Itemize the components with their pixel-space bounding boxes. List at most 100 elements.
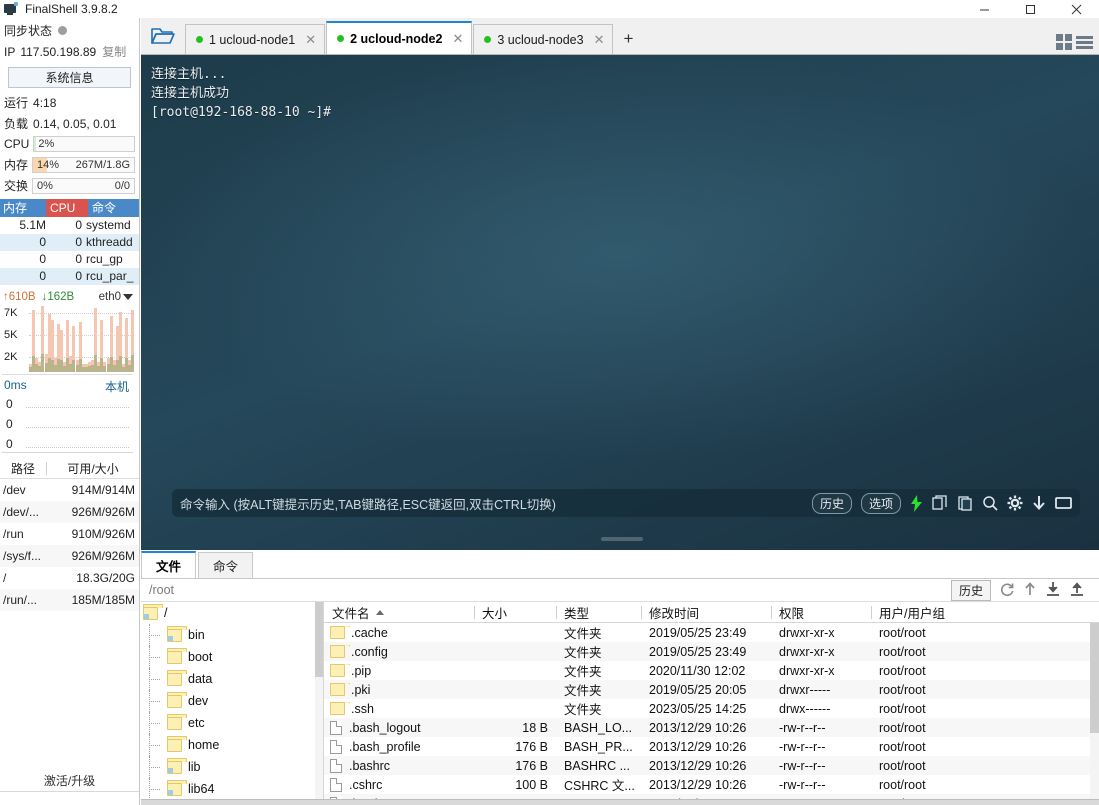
disk-col-size: 可用/大小 <box>67 462 119 476</box>
tree-item-data[interactable]: data <box>141 668 323 690</box>
disk-row[interactable]: /run/... 185M/185M <box>0 589 139 611</box>
tree-item-dev[interactable]: dev <box>141 690 323 712</box>
disk-row[interactable]: /dev/... 926M/926M <box>0 501 139 523</box>
file-list-scrollbar[interactable] <box>1090 623 1099 804</box>
session-tab-label: 1 ucloud-node1 <box>209 32 296 47</box>
col-header-perm[interactable]: 权限 <box>771 603 871 622</box>
upload-arrow-icon[interactable] <box>1023 581 1037 600</box>
terminal-view[interactable]: 连接主机... 连接主机成功 [root@192-168-88-10 ~]# 命… <box>141 55 1099 550</box>
paste-icon[interactable] <box>957 495 973 511</box>
bolt-icon[interactable] <box>910 494 923 512</box>
terminal-scroll-indicator[interactable] <box>601 537 643 541</box>
file-name-cell: .config <box>324 644 474 659</box>
current-path[interactable]: /root <box>141 583 174 597</box>
file-history-button[interactable]: 历史 <box>950 579 991 601</box>
file-row[interactable]: .bashrc 176 B BASHRC ... 2013/12/29 10:26 -r… <box>324 756 1099 775</box>
tree-item-etc[interactable]: etc <box>141 712 323 734</box>
folder-icon <box>330 701 350 715</box>
terminal-history-button[interactable]: 历史 <box>811 492 852 514</box>
file-list: 文件名 大小 类型 修改时间 权限 用户/用户组 .cache 文件夹 2019/0… <box>324 602 1099 804</box>
list-view-icon[interactable] <box>1076 35 1093 49</box>
file-time: 2019/05/25 20:05 <box>649 682 747 697</box>
process-row[interactable]: 0 0 rcu_par_ <box>0 268 139 285</box>
file-panel-tab-1[interactable]: 文件 <box>141 551 197 578</box>
file-size: 176 B <box>515 739 548 754</box>
system-info-button[interactable]: 系统信息 <box>8 67 131 88</box>
activate-upgrade-link[interactable]: 激活/升级 <box>0 772 139 789</box>
ip-label: IP <box>4 44 16 59</box>
swap-row: 交换 0% 0/0 <box>0 175 139 196</box>
process-row[interactable]: 0 0 rcu_gp <box>0 251 139 268</box>
tree-item-bin[interactable]: bin <box>141 624 323 646</box>
tree-item-label: bin <box>188 628 205 642</box>
copy-icon[interactable] <box>932 495 948 511</box>
col-header-name[interactable]: 文件名 <box>324 603 474 622</box>
network-interface-select[interactable]: eth0 <box>99 291 121 303</box>
session-tab-1[interactable]: 1 ucloud-node1 ✕ <box>185 24 326 54</box>
uptime-label: 运行 <box>4 96 29 110</box>
latency-y-label: 0 <box>6 437 13 451</box>
process-col-cpu[interactable]: CPU <box>46 199 88 217</box>
disk-row[interactable]: /dev 914M/914M <box>0 479 139 501</box>
file-perm: -rw-r--r-- <box>779 777 826 792</box>
gear-icon[interactable] <box>1007 495 1023 511</box>
folder-icon <box>167 691 187 708</box>
process-row[interactable]: 0 0 kthreadd <box>0 234 139 251</box>
file-name-cell: .pip <box>324 663 474 678</box>
copy-ip-button[interactable]: 复制 <box>102 43 126 60</box>
disk-path: /dev/... <box>3 505 40 519</box>
session-tab-3[interactable]: 3 ucloud-node3 ✕ <box>473 24 614 54</box>
sort-ascending-icon <box>375 609 384 615</box>
session-tab-2[interactable]: 2 ucloud-node2 ✕ <box>326 21 473 54</box>
disk-row[interactable]: / 18.3G/20G <box>0 567 139 589</box>
process-col-mem[interactable]: 内存 <box>0 199 46 217</box>
disk-row[interactable]: /sys/f... 926M/926M <box>0 545 139 567</box>
tree-item-lib64[interactable]: lib64 <box>141 778 323 800</box>
file-row[interactable]: .bash_profile 176 B BASH_PR... 2013/12/29 1… <box>324 737 1099 756</box>
chevron-down-icon[interactable] <box>123 294 133 300</box>
tree-scrollbar[interactable] <box>315 602 323 804</box>
tree-item-home[interactable]: home <box>141 734 323 756</box>
col-header-size[interactable]: 大小 <box>474 603 556 622</box>
file-row[interactable]: .cshrc 100 B CSHRC 文... 2013/12/29 10:26 -rw… <box>324 775 1099 794</box>
terminal-options-button[interactable]: 选项 <box>860 492 901 514</box>
process-col-cmd[interactable]: 命令 <box>88 199 139 217</box>
file-name-cell: .bash_profile <box>324 739 474 754</box>
col-header-type[interactable]: 类型 <box>556 603 641 622</box>
col-header-user[interactable]: 用户/用户组 <box>871 603 991 622</box>
download-icon[interactable] <box>1032 495 1046 511</box>
file-user: root/root <box>879 777 926 792</box>
file-user: root/root <box>879 739 926 754</box>
window-icon[interactable] <box>1055 496 1072 510</box>
file-row[interactable]: .cache 文件夹 2019/05/25 23:49 drwxr-xr-x root/… <box>324 623 1099 642</box>
tree-item-lib[interactable]: lib <box>141 756 323 778</box>
maximize-button[interactable] <box>1007 0 1053 18</box>
command-input-bar[interactable]: 命令输入 (按ALT键提示历史,TAB键路径,ESC键返回,双击CTRL切换) … <box>172 489 1080 517</box>
process-row[interactable]: 5.1M 0 systemd <box>0 217 139 234</box>
file-row[interactable]: .config 文件夹 2019/05/25 23:49 drwxr-xr-x root… <box>324 642 1099 661</box>
tree-item-boot[interactable]: boot <box>141 646 323 668</box>
close-button[interactable] <box>1053 0 1099 18</box>
download-icon[interactable] <box>1045 581 1061 600</box>
grid-view-icon[interactable] <box>1056 34 1072 50</box>
minimize-button[interactable] <box>961 0 1007 18</box>
close-tab-icon[interactable]: ✕ <box>452 31 463 47</box>
refresh-icon[interactable] <box>999 581 1015 600</box>
close-tab-icon[interactable]: ✕ <box>305 32 316 48</box>
file-row[interactable]: .ssh 文件夹 2023/05/25 14:25 drwx------ root/ro… <box>324 699 1099 718</box>
file-panel-tab-2[interactable]: 命令 <box>198 552 254 578</box>
new-tab-button[interactable]: + <box>614 24 642 54</box>
tree-item-root[interactable]: / <box>141 602 323 624</box>
file-row[interactable]: .pki 文件夹 2019/05/25 20:05 drwxr----- root/ro… <box>324 680 1099 699</box>
file-perm: drwx------ <box>779 701 831 716</box>
file-row[interactable]: .pip 文件夹 2020/11/30 12:02 drwxr-xr-x root/ro… <box>324 661 1099 680</box>
open-folder-icon[interactable] <box>141 18 185 54</box>
file-row[interactable]: .bash_logout 18 B BASH_LO... 2013/12/29 10:… <box>324 718 1099 737</box>
search-icon[interactable] <box>982 495 998 511</box>
close-tab-icon[interactable]: ✕ <box>594 32 605 48</box>
process-cmd: rcu_par_ <box>86 269 134 283</box>
upload-icon[interactable] <box>1069 581 1085 600</box>
latency-graph: 0ms 本机 0 0 0 <box>2 377 133 453</box>
disk-row[interactable]: /run 910M/926M <box>0 523 139 545</box>
col-header-time[interactable]: 修改时间 <box>641 603 771 622</box>
